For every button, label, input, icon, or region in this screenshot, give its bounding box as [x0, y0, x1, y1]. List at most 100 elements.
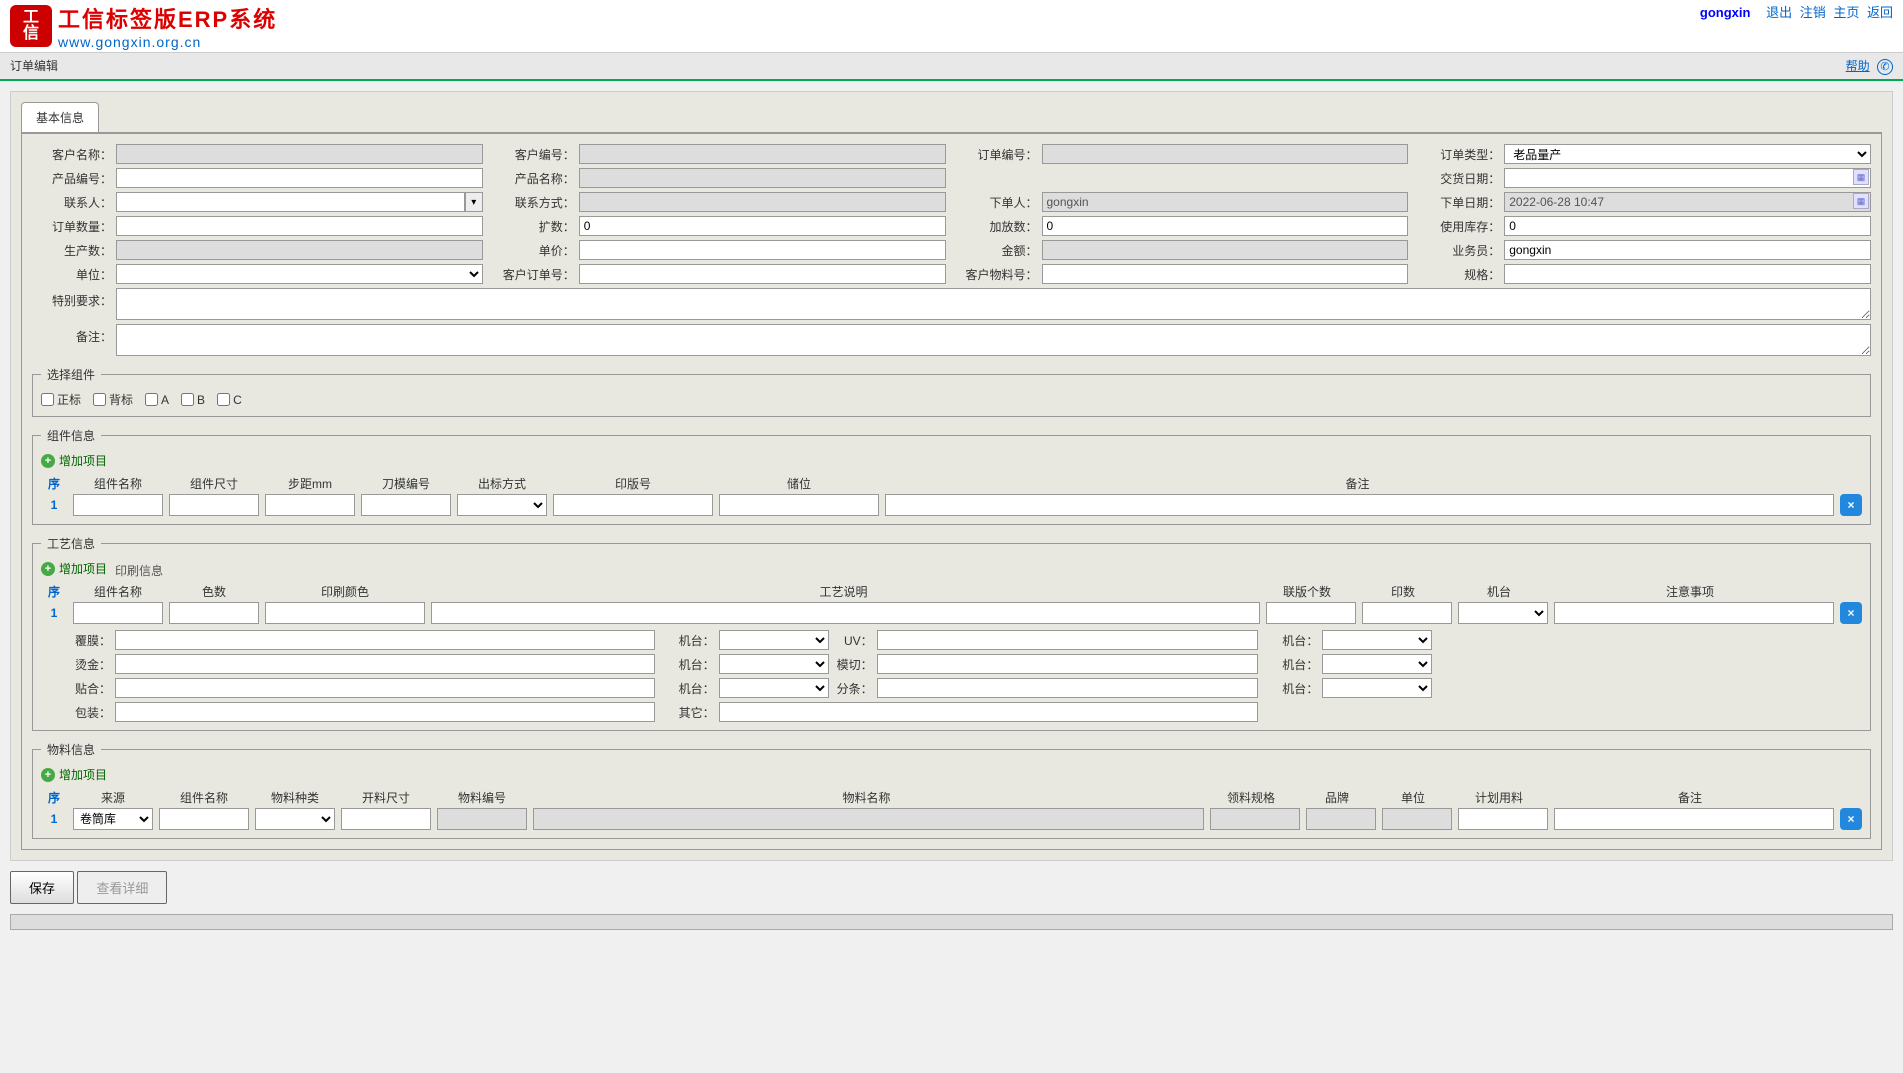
fit-machine-select[interactable]: [719, 678, 829, 698]
product-name-input[interactable]: [579, 168, 946, 188]
proc-desc-input[interactable]: [431, 602, 1260, 624]
delete-process-button[interactable]: ×: [1840, 602, 1862, 624]
remark-input[interactable]: [116, 324, 1871, 356]
proc-comp-name-input[interactable]: [73, 602, 163, 624]
salesman-input[interactable]: [1504, 240, 1871, 260]
lbl-order-person: 下单人: [958, 194, 1038, 211]
chk-beibiao[interactable]: 背标: [93, 391, 133, 408]
mat-spec-input[interactable]: [1210, 808, 1300, 830]
cust-material-no-input[interactable]: [1042, 264, 1409, 284]
diecut-machine-select[interactable]: [1322, 654, 1432, 674]
comp-remark-input[interactable]: [885, 494, 1834, 516]
mat-plan-input[interactable]: [1458, 808, 1548, 830]
delete-component-button[interactable]: ×: [1840, 494, 1862, 516]
mat-comp-name-input[interactable]: [159, 808, 249, 830]
chk-b[interactable]: B: [181, 393, 205, 407]
use-stock-input[interactable]: [1504, 216, 1871, 236]
logout-link[interactable]: 退出: [1766, 5, 1792, 20]
comp-die-input[interactable]: [361, 494, 451, 516]
header-links: gongxin 退出 注销 主页 返回: [1700, 2, 1893, 21]
proc-notes-input[interactable]: [1554, 602, 1834, 624]
mat-code-input[interactable]: [437, 808, 527, 830]
order-type-select[interactable]: 老品量产: [1504, 144, 1871, 164]
other-input[interactable]: [719, 702, 1259, 722]
uv-machine-select[interactable]: [1322, 630, 1432, 650]
split-machine-select[interactable]: [1322, 678, 1432, 698]
home-link[interactable]: 主页: [1833, 5, 1859, 20]
comp-location-input[interactable]: [719, 494, 879, 516]
customer-name-input[interactable]: [116, 144, 483, 164]
lbl-product-code: 产品编号: [32, 170, 112, 187]
chk-c[interactable]: C: [217, 393, 242, 407]
unregister-link[interactable]: 注销: [1800, 5, 1826, 20]
spec-input[interactable]: [1504, 264, 1871, 284]
add-component-button[interactable]: +增加项目: [41, 452, 107, 469]
content-panel: 基本信息 客户名称 客户编号 订单编号 订单类型老品量产 产品编号 产品名称 交…: [10, 91, 1893, 861]
customer-code-input[interactable]: [579, 144, 946, 164]
order-person-input[interactable]: [1042, 192, 1409, 212]
delivery-date-input[interactable]: [1504, 168, 1871, 188]
lbl-spec: 规格: [1420, 266, 1500, 283]
fit-input[interactable]: [115, 678, 655, 698]
comp-size-input[interactable]: [169, 494, 259, 516]
lbl-order-no: 订单编号: [958, 146, 1038, 163]
process-info-fieldset: 工艺信息 +增加项目 印刷信息 序 组件名称 色数 印刷颜色 工艺说明 联版个数…: [32, 535, 1871, 731]
order-qty-input[interactable]: [116, 216, 483, 236]
chk-zhengbiao[interactable]: 正标: [41, 391, 81, 408]
unit-price-input[interactable]: [579, 240, 946, 260]
order-no-input[interactable]: [1042, 144, 1409, 164]
proc-union-count-input[interactable]: [1266, 602, 1356, 624]
mat-name-input[interactable]: [533, 808, 1204, 830]
split-input[interactable]: [877, 678, 1259, 698]
delete-material-button[interactable]: ×: [1840, 808, 1862, 830]
cust-order-no-input[interactable]: [579, 264, 946, 284]
gilding-input[interactable]: [115, 654, 655, 674]
amount-input[interactable]: [1042, 240, 1409, 260]
produce-qty-input[interactable]: [116, 240, 483, 260]
phone-icon[interactable]: ✆: [1877, 59, 1893, 75]
comp-name-input[interactable]: [73, 494, 163, 516]
tab-basic[interactable]: 基本信息: [21, 102, 99, 132]
logo-area: 工信 工信标签版ERP系统 www.gongxin.org.cn: [10, 2, 277, 50]
unit-select[interactable]: [116, 264, 483, 284]
mat-remark-input[interactable]: [1554, 808, 1834, 830]
gilding-machine-select[interactable]: [719, 654, 829, 674]
horizontal-scrollbar[interactable]: [10, 914, 1893, 930]
chk-a[interactable]: A: [145, 393, 169, 407]
mat-unit-input[interactable]: [1382, 808, 1452, 830]
diecut-input[interactable]: [877, 654, 1259, 674]
proc-machine-select[interactable]: [1458, 602, 1548, 624]
contact-dropdown-button[interactable]: ▾: [465, 192, 483, 212]
comp-step-input[interactable]: [265, 494, 355, 516]
help-link[interactable]: 帮助: [1846, 59, 1870, 73]
add-material-button[interactable]: +增加项目: [41, 766, 107, 783]
uv-input[interactable]: [877, 630, 1259, 650]
mat-brand-input[interactable]: [1306, 808, 1376, 830]
mat-cut-size-input[interactable]: [341, 808, 431, 830]
proc-color-count-input[interactable]: [169, 602, 259, 624]
comp-plate-input[interactable]: [553, 494, 713, 516]
add-process-button[interactable]: +增加项目: [41, 560, 107, 577]
laminate-machine-select[interactable]: [719, 630, 829, 650]
comp-output-select[interactable]: [457, 494, 547, 516]
calendar-icon[interactable]: ▦: [1853, 193, 1869, 209]
lbl-use-stock: 使用库存: [1420, 218, 1500, 235]
mat-source-select[interactable]: 卷筒库: [73, 808, 153, 830]
add-qty-input[interactable]: [1042, 216, 1409, 236]
mat-type-select[interactable]: [255, 808, 335, 830]
pack-input[interactable]: [115, 702, 655, 722]
proc-print-color-input[interactable]: [265, 602, 425, 624]
special-req-input[interactable]: [116, 288, 1871, 320]
order-date-input[interactable]: [1504, 192, 1871, 212]
laminate-input[interactable]: [115, 630, 655, 650]
expand-qty-input[interactable]: [579, 216, 946, 236]
back-link[interactable]: 返回: [1867, 5, 1893, 20]
calendar-icon[interactable]: ▦: [1853, 169, 1869, 185]
contact-method-input[interactable]: [579, 192, 946, 212]
select-component-fieldset: 选择组件 正标 背标 A B C: [32, 366, 1871, 417]
save-button[interactable]: 保存: [10, 871, 74, 904]
product-code-input[interactable]: [116, 168, 483, 188]
comp-seq: 1: [41, 498, 67, 512]
contact-input[interactable]: [116, 192, 465, 212]
proc-print-count-input[interactable]: [1362, 602, 1452, 624]
